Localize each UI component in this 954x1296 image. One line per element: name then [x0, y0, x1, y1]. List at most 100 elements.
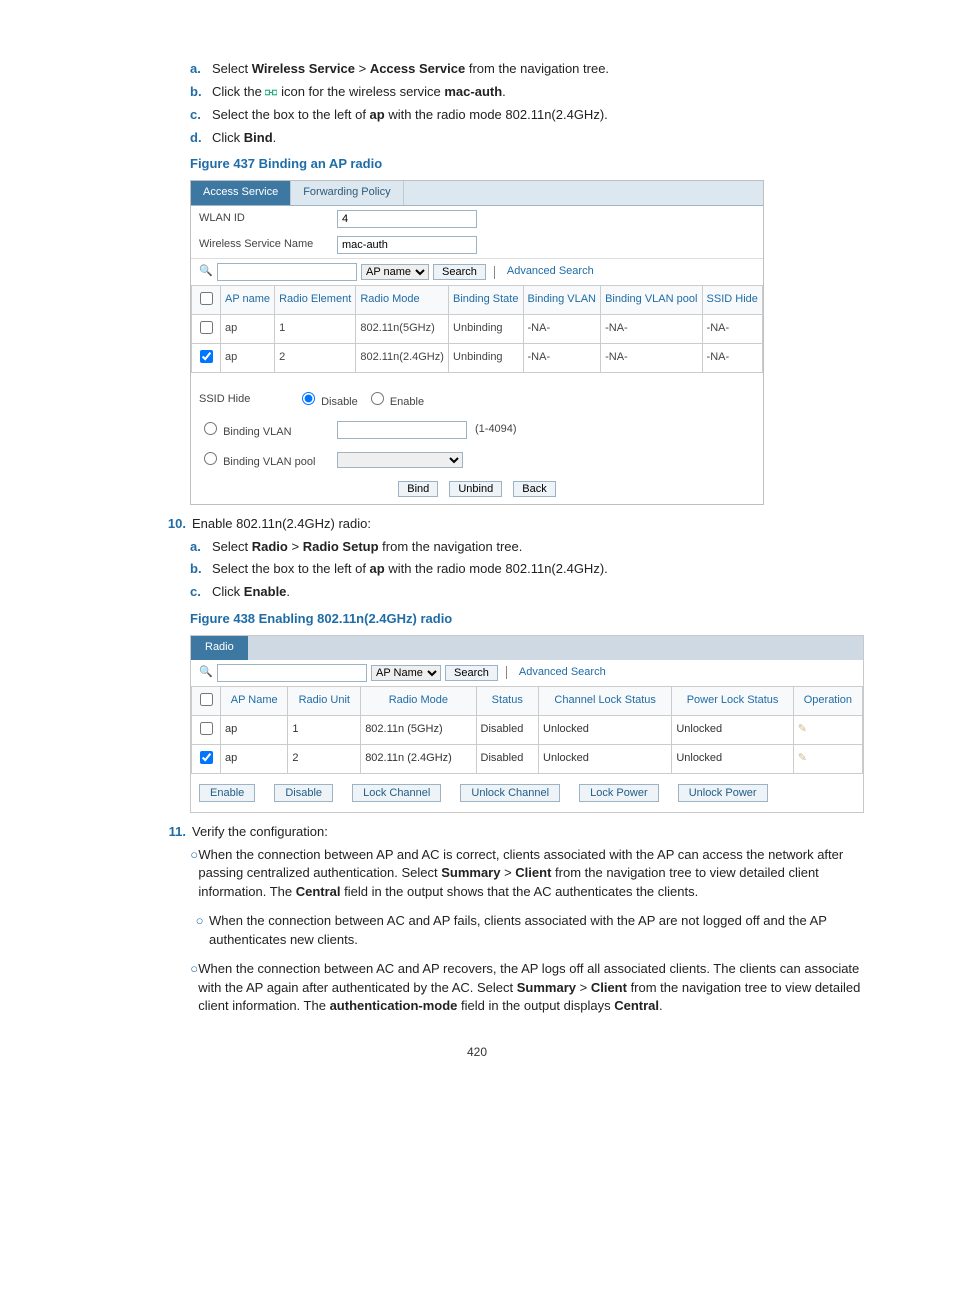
step-number: 11. [154, 823, 192, 842]
tab-forwarding-policy[interactable]: Forwarding Policy [291, 181, 403, 205]
row-checkbox[interactable] [200, 350, 213, 363]
table-row: ap 2 802.11n(2.4GHz) Unbinding -NA- -NA-… [192, 344, 763, 373]
col-apname[interactable]: AP Name [221, 686, 288, 715]
bullet-text: When the connection between AP and AC is… [198, 846, 874, 903]
tab-access-service[interactable]: Access Service [191, 181, 291, 205]
binding-vlan-hint: (1-4094) [475, 422, 517, 438]
step-11: 11. Verify the configuration: [154, 823, 874, 842]
col-radio-mode[interactable]: Radio Mode [361, 686, 476, 715]
button-bar: Enable Disable Lock Channel Unlock Chann… [191, 774, 863, 812]
bullet-marker: ○ [190, 912, 209, 950]
figure-caption-438: Figure 438 Enabling 802.11n(2.4GHz) radi… [190, 610, 874, 629]
text: Select the box to the left of ap with th… [212, 106, 608, 125]
select-all-checkbox[interactable] [200, 693, 213, 706]
row-checkbox[interactable] [200, 751, 213, 764]
tabs: Radio [191, 636, 863, 660]
advanced-search-link[interactable]: Advanced Search [519, 665, 606, 681]
edit-icon[interactable]: ✎ [793, 715, 862, 744]
step-text: Verify the configuration: [192, 823, 328, 842]
col-radio-mode[interactable]: Radio Mode [356, 286, 449, 315]
marker: c. [190, 583, 212, 602]
col-binding-state[interactable]: Binding State [449, 286, 524, 315]
step-text: Enable 802.11n(2.4GHz) radio: [192, 515, 371, 534]
svcname-input[interactable] [337, 236, 477, 254]
col-power-lock[interactable]: Power Lock Status [672, 686, 793, 715]
col-radio-element[interactable]: Radio Element [275, 286, 356, 315]
marker: c. [190, 106, 212, 125]
search-button[interactable]: Search [433, 264, 486, 280]
col-operation[interactable]: Operation [793, 686, 862, 715]
unlock-channel-button[interactable]: Unlock Channel [460, 784, 560, 802]
figure-438: Radio 🔍 AP Name Search Advanced Search A… [190, 635, 864, 813]
ssid-enable-radio[interactable]: Enable [366, 389, 424, 411]
wlanid-label: WLAN ID [199, 211, 329, 227]
svcname-label: Wireless Service Name [199, 237, 329, 253]
step9-substeps: a. Select Wireless Service > Access Serv… [190, 60, 874, 147]
bullet-text: When the connection between AC and AP re… [198, 960, 874, 1017]
col-channel-lock[interactable]: Channel Lock Status [539, 686, 672, 715]
text: Select Wireless Service > Access Service… [212, 60, 609, 79]
row-checkbox[interactable] [200, 722, 213, 735]
back-button[interactable]: Back [513, 481, 555, 497]
unlock-power-button[interactable]: Unlock Power [678, 784, 768, 802]
edit-icon[interactable]: ✎ [793, 744, 862, 773]
marker: a. [190, 538, 212, 557]
step10-substeps: a. Select Radio > Radio Setup from the n… [190, 538, 874, 603]
lock-channel-button[interactable]: Lock Channel [352, 784, 441, 802]
binding-vlan-pool-radio[interactable]: Binding VLAN pool [199, 449, 329, 471]
search-icon: 🔍 [199, 665, 213, 681]
unbind-button[interactable]: Unbind [449, 481, 502, 497]
separator [506, 666, 507, 679]
button-bar: Bind Unbind Back [191, 475, 763, 504]
page-number: 420 [80, 1044, 874, 1061]
select-all-checkbox[interactable] [200, 292, 213, 305]
binding-vlan-pool-select[interactable] [337, 452, 463, 468]
col-binding-vlan[interactable]: Binding VLAN [523, 286, 601, 315]
col-apname[interactable]: AP name [221, 286, 275, 315]
marker: d. [190, 129, 212, 148]
bind-button[interactable]: Bind [398, 481, 438, 497]
col-radio-unit[interactable]: Radio Unit [288, 686, 361, 715]
text: Click Enable. [212, 583, 290, 602]
text: Click Bind. [212, 129, 276, 148]
radio-table: AP Name Radio Unit Radio Mode Status Cha… [191, 686, 863, 774]
search-input[interactable] [217, 664, 367, 682]
enable-button[interactable]: Enable [199, 784, 255, 802]
binding-vlan-input[interactable] [337, 421, 467, 439]
ap-table: AP name Radio Element Radio Mode Binding… [191, 285, 763, 373]
binding-vlan-radio[interactable]: Binding VLAN [199, 419, 329, 441]
figure-caption-437: Figure 437 Binding an AP radio [190, 155, 874, 174]
ssid-hide-label: SSID Hide [199, 392, 289, 408]
marker: b. [190, 83, 212, 102]
col-ssid-hide[interactable]: SSID Hide [702, 286, 762, 315]
advanced-search-link[interactable]: Advanced Search [507, 264, 594, 280]
table-row: ap 2 802.11n (2.4GHz) Disabled Unlocked … [192, 744, 863, 773]
tabs: Access Service Forwarding Policy [191, 181, 763, 206]
table-row: ap 1 802.11n (5GHz) Disabled Unlocked Un… [192, 715, 863, 744]
text: Click the icon for the wireless service … [212, 83, 506, 102]
step11-bullets: ○ When the connection between AP and AC … [190, 846, 874, 1017]
search-button[interactable]: Search [445, 665, 498, 681]
text: Select Radio > Radio Setup from the navi… [212, 538, 522, 557]
tab-radio[interactable]: Radio [191, 636, 248, 660]
table-row: ap 1 802.11n(5GHz) Unbinding -NA- -NA- -… [192, 315, 763, 344]
marker: a. [190, 60, 212, 79]
search-field-select[interactable]: AP Name [371, 665, 441, 681]
col-status[interactable]: Status [476, 686, 538, 715]
row-checkbox[interactable] [200, 321, 213, 334]
separator [494, 266, 495, 279]
bullet-text: When the connection between AC and AP fa… [209, 912, 874, 950]
link-icon [265, 88, 277, 97]
search-icon: 🔍 [199, 264, 213, 280]
bullet-marker: ○ [190, 846, 198, 903]
ssid-disable-radio[interactable]: Disable [297, 389, 358, 411]
search-input[interactable] [217, 263, 357, 281]
search-field-select[interactable]: AP name [361, 264, 429, 280]
wlanid-input[interactable] [337, 210, 477, 228]
step-number: 10. [154, 515, 192, 534]
lock-power-button[interactable]: Lock Power [579, 784, 658, 802]
step-10: 10. Enable 802.11n(2.4GHz) radio: [154, 515, 874, 534]
col-binding-vlan-pool[interactable]: Binding VLAN pool [601, 286, 702, 315]
figure-437: Access Service Forwarding Policy WLAN ID… [190, 180, 764, 505]
disable-button[interactable]: Disable [274, 784, 333, 802]
